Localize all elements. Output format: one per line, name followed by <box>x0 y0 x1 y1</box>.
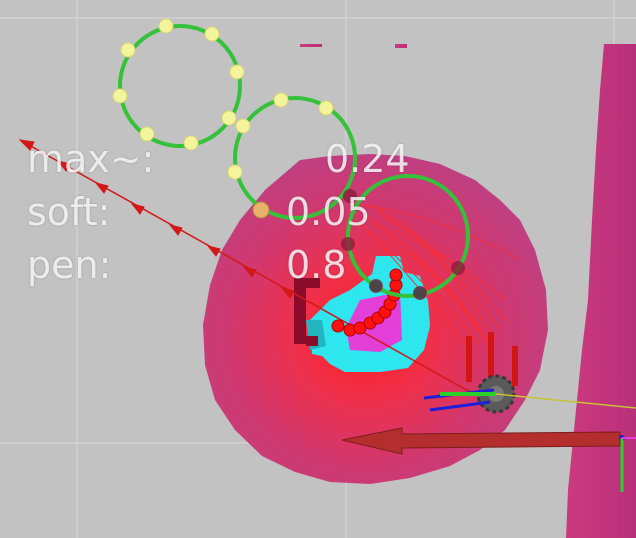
max-value: 0.24 <box>325 137 410 181</box>
pen-label: pen: <box>27 243 112 287</box>
pen-value: 0.8 <box>286 243 347 287</box>
footprint-circle-1 <box>112 18 245 151</box>
soft-label: soft: <box>27 190 111 234</box>
max-label: max~: <box>27 137 155 181</box>
soft-value: 0.05 <box>286 190 371 234</box>
